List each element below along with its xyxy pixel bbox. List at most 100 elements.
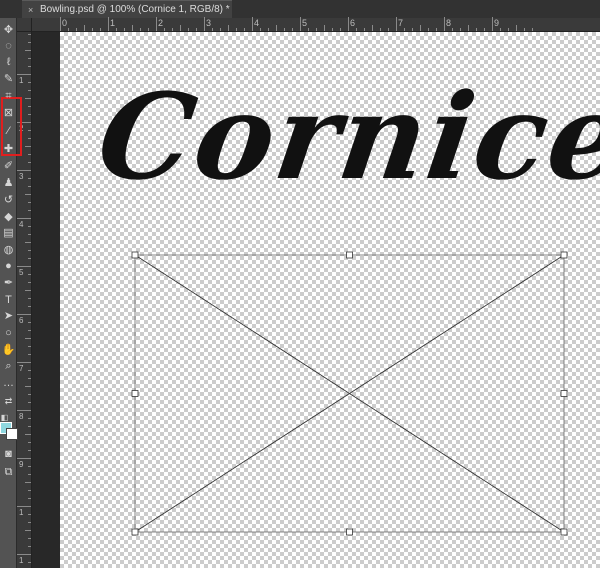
move-tool-icon[interactable]: ✥ [0,22,17,39]
type-tool-icon[interactable]: T [0,292,17,309]
ruler-tick [476,28,477,31]
horizontal-ruler: 0 1 2 3 4 5 6 7 8 9 [32,17,600,32]
dodge-tool-icon[interactable]: ● [0,258,17,275]
frame-handle-top-right[interactable] [560,251,568,259]
quick-mask-icon[interactable]: ◙ [0,446,17,463]
ruler-tick [28,418,31,419]
swap-colors-icon[interactable]: ⇄ [0,393,17,410]
frame-handle-bottom-left[interactable] [131,528,139,536]
ruler-label: 5 [19,268,24,277]
ruler-tick [28,90,31,91]
placeholder-frame[interactable] [60,32,600,568]
ruler-tick [25,338,31,339]
ruler-tick [364,28,365,31]
pen-tool-icon[interactable]: ✒ [0,275,17,292]
ruler-tick [124,28,125,31]
ruler-tick [25,386,31,387]
ruler-label: 1 [19,508,24,517]
crop-tool-icon[interactable]: ⌗ [0,88,17,105]
tools-panel: ⇄ ◧ ◙ ⧉ ✥ ◌ ℓ ✎ ⌗ ⊠ ⁄ ✚ ✐ ♟ ↺ ◆ ▤ ◍ ● ✒ T ➤ ○ ✋ ⌕… [0,18,22,568]
document-canvas[interactable]: Cornice [60,32,600,568]
frame-handle-bottom-right[interactable] [560,528,568,536]
document-tab[interactable]: × Bowling.psd @ 100% (Cornice 1, RGB/8) … [22,0,232,18]
ruler-tick [500,28,501,31]
ruler-tick [156,17,157,31]
ruler-tick [28,298,31,299]
path-selection-tool-icon[interactable]: ➤ [0,308,17,325]
ruler-tick [276,25,277,31]
frame-handle-bottom-center[interactable] [346,528,353,536]
ruler-tick [16,170,31,171]
eraser-tool-icon[interactable]: ◆ [0,209,17,226]
ruler-tick [444,17,445,31]
eyedropper-tool-icon[interactable]: ⁄ [0,123,17,140]
ruler-tick [28,186,31,187]
pasteboard [32,32,60,568]
ruler-tick [16,266,31,267]
shape-tool-icon[interactable]: ○ [0,325,17,342]
ruler-label: 8 [19,412,24,421]
quick-select-tool-icon[interactable]: ✎ [0,71,17,88]
ruler-tick [116,28,117,31]
ruler-tick [188,28,189,31]
ruler-tick [60,17,61,31]
ruler-tick [28,82,31,83]
lasso-tool-icon[interactable]: ℓ [0,54,17,71]
ruler-label: 7 [19,364,24,373]
frame-handle-middle-right[interactable] [560,390,568,397]
ruler-label: 3 [206,18,212,28]
ruler-tick [25,146,31,147]
ruler-tick [28,426,31,427]
ruler-tick [452,28,453,31]
hand-tool-icon[interactable]: ✋ [0,342,17,359]
history-brush-tool-icon[interactable]: ↺ [0,192,17,209]
ruler-label: 1 [110,18,116,28]
ruler-tick [508,28,509,31]
ruler-tick [268,28,269,31]
ruler-label: 0 [62,18,68,28]
brush-tool-icon[interactable]: ✐ [0,158,17,175]
frame-handle-middle-left[interactable] [131,390,139,397]
gradient-tool-icon[interactable]: ▤ [0,225,17,242]
ruler-label: 4 [19,220,24,229]
ruler-tick [100,28,101,31]
ruler-tick [28,178,31,179]
frame-handle-top-left[interactable] [131,251,139,259]
ruler-tick [25,98,31,99]
ruler-tick [28,322,31,323]
close-tab-icon[interactable]: × [28,1,33,19]
ruler-tick [16,362,31,363]
ruler-tick [28,282,31,283]
ruler-tick [28,450,31,451]
ruler-tick [16,506,31,507]
marquee-tool-icon[interactable]: ◌ [0,38,17,55]
ruler-tick [28,514,31,515]
ruler-tick [420,25,421,31]
background-color-swatch[interactable] [6,428,18,440]
ruler-tick [28,466,31,467]
ruler-tick [25,530,31,531]
ruler-tick [28,154,31,155]
ruler-tick [68,28,69,31]
screen-mode-icon[interactable]: ⧉ [0,464,17,481]
clone-stamp-tool-icon[interactable]: ♟ [0,175,17,192]
more-tools-icon[interactable]: … [0,375,17,392]
ruler-label: 5 [302,18,308,28]
frame-tool-icon[interactable]: ⊠ [0,105,17,122]
frame-handle-top-center[interactable] [346,251,353,259]
default-colors-icon[interactable]: ◧ [0,409,13,426]
ruler-tick [348,17,349,31]
ruler-tick [28,346,31,347]
ruler-tick [16,410,31,411]
ruler-tick [284,28,285,31]
ruler-tick [484,28,485,31]
ruler-tick [28,306,31,307]
zoom-tool-icon[interactable]: ⌕ [0,358,17,375]
healing-brush-tool-icon[interactable]: ✚ [0,141,17,158]
ruler-corner [17,18,32,32]
ruler-tick [516,25,517,31]
blur-tool-icon[interactable]: ◍ [0,242,17,259]
ruler-tick [28,130,31,131]
ruler-tick [428,28,429,31]
ruler-tick [28,234,31,235]
